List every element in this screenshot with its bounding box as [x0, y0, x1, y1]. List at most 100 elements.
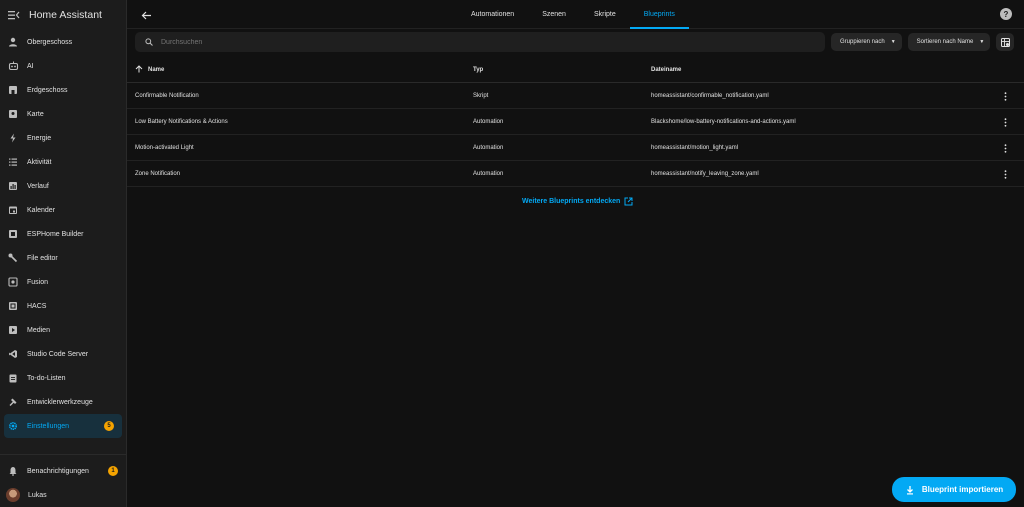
sidebar: Home Assistant Obergeschoss AI Erdgescho… [0, 0, 127, 507]
sidebar-item-to-do-listen[interactable]: To-do-Listen [0, 366, 126, 390]
cell-type: Skript [473, 92, 489, 99]
blueprints-table: Name Typ Dateiname Confirmable Notificat… [127, 58, 1024, 187]
sidebar-item-entwicklerwerkzeuge[interactable]: Entwicklerwerkzeuge [0, 390, 126, 414]
search-field[interactable] [135, 32, 825, 52]
discover-blueprints-link[interactable]: Weitere Blueprints entdecken [522, 197, 633, 206]
tab-skripte[interactable]: Skripte [580, 0, 630, 29]
sidebar-item-label: Einstellungen [27, 422, 70, 430]
import-blueprint-label: Blueprint importieren [921, 485, 1004, 494]
column-header-type[interactable]: Typ [473, 67, 651, 73]
help-circle-icon[interactable]: ? [1000, 8, 1012, 20]
sidebar-item-fusion[interactable]: Fusion [0, 270, 126, 294]
sidebar-nav: Obergeschoss AI Erdgeschoss Karte Energi… [0, 30, 126, 438]
tab-automationen[interactable]: Automationen [457, 0, 528, 29]
import-blueprint-button[interactable]: Blueprint importieren [892, 477, 1016, 502]
search-input[interactable] [161, 38, 761, 46]
sidebar-item-label: AI [27, 62, 34, 70]
cell-name: Low Battery Notifications & Actions [135, 118, 228, 125]
sidebar-item-label: File editor [27, 254, 58, 262]
sidebar-item-label: Fusion [27, 278, 49, 286]
sidebar-item-verlauf[interactable]: Verlauf [0, 174, 126, 198]
dots-vertical-icon[interactable] [1002, 91, 1008, 101]
fusion-icon [7, 276, 19, 288]
account-icon [7, 36, 19, 48]
cog-icon [7, 420, 19, 432]
table-row[interactable]: Confirmable Notification Skript homeassi… [127, 83, 1024, 109]
sidebar-item-label: Kalender [27, 206, 56, 214]
format-list-icon [7, 156, 19, 168]
cell-file: homeassistant/notify_leaving_zone.yaml [651, 170, 759, 177]
sidebar-item-energie[interactable]: Energie [0, 126, 126, 150]
map-icon [7, 108, 19, 120]
sidebar-item-label: Verlauf [27, 182, 49, 190]
sidebar-bottom: Benachrichtigungen 1 Lukas [0, 454, 126, 507]
sidebar-item-label: Karte [27, 110, 44, 118]
group-by-label: Gruppieren nach [840, 39, 885, 45]
cell-name: Confirmable Notification [135, 92, 199, 99]
dots-vertical-icon[interactable] [1002, 169, 1008, 179]
sidebar-header: Home Assistant [0, 0, 126, 30]
sidebar-item-hacs[interactable]: HACS [0, 294, 126, 318]
vscode-icon [7, 348, 19, 360]
sidebar-item-kalender[interactable]: Kalender [0, 198, 126, 222]
sidebar-item-medien[interactable]: Medien [0, 318, 126, 342]
table-settings-icon[interactable] [996, 33, 1015, 51]
tab-szenen[interactable]: Szenen [528, 0, 580, 29]
sidebar-item-label: Medien [27, 326, 50, 334]
sidebar-item-label: Entwicklerwerkzeuge [27, 398, 93, 406]
chart-box-icon [7, 180, 19, 192]
table-row[interactable]: Low Battery Notifications & Actions Auto… [127, 109, 1024, 135]
sidebar-item-label: Erdgeschoss [27, 86, 68, 94]
home-icon [7, 84, 19, 96]
table-row[interactable]: Motion-activated Light Automation homeas… [127, 135, 1024, 161]
cell-type: Automation [473, 170, 504, 177]
user-name: Lukas [28, 491, 47, 499]
calendar-icon [7, 204, 19, 216]
play-box-icon [7, 324, 19, 336]
sidebar-item-obergeschoss[interactable]: Obergeschoss [0, 30, 126, 54]
main-content: Automationen Szenen Skripte Blueprints ?… [127, 0, 1024, 507]
sidebar-item-studio-code-server[interactable]: Studio Code Server [0, 342, 126, 366]
tab-blueprints[interactable]: Blueprints [629, 0, 690, 29]
table-header: Name Typ Dateiname [127, 58, 1024, 83]
download-icon [905, 485, 915, 495]
dots-vertical-icon[interactable] [1002, 143, 1008, 153]
sidebar-item-einstellungen[interactable]: Einstellungen 5 [4, 414, 122, 438]
sidebar-item-aktivitaet[interactable]: Aktivität [0, 150, 126, 174]
robot-icon [7, 60, 19, 72]
group-by-button[interactable]: Gruppieren nach ▼ [831, 33, 902, 51]
lightning-bolt-icon [7, 132, 19, 144]
sidebar-item-ai[interactable]: AI [0, 54, 126, 78]
search-icon [145, 33, 153, 51]
hacs-icon [7, 300, 19, 312]
sidebar-item-label: HACS [27, 302, 47, 310]
cell-file: homeassistant/motion_light.yaml [651, 144, 739, 151]
notifications-badge: 1 [108, 466, 118, 476]
avatar [6, 488, 20, 502]
sort-by-button[interactable]: Sortieren nach Name ▼ [907, 33, 991, 51]
settings-badge: 5 [104, 421, 114, 431]
bell-icon [7, 465, 19, 477]
table-row[interactable]: Zone Notification Automation homeassista… [127, 161, 1024, 187]
dots-vertical-icon[interactable] [1002, 117, 1008, 127]
menu-collapse-icon[interactable] [7, 8, 21, 22]
sort-by-label: Sortieren nach Name [916, 39, 974, 45]
sidebar-item-label: To-do-Listen [27, 374, 66, 382]
sidebar-item-esphome-builder[interactable]: ESPHome Builder [0, 222, 126, 246]
top-bar: Automationen Szenen Skripte Blueprints ? [127, 0, 1024, 29]
sidebar-item-label: Benachrichtigungen [27, 467, 89, 475]
open-in-new-icon [624, 197, 633, 206]
sidebar-item-user[interactable]: Lukas [0, 483, 126, 507]
column-header-file[interactable]: Dateiname [651, 67, 991, 73]
hammer-icon [7, 396, 19, 408]
sidebar-item-erdgeschoss[interactable]: Erdgeschoss [0, 78, 126, 102]
sidebar-item-label: Aktivität [27, 158, 52, 166]
sidebar-item-label: Studio Code Server [27, 350, 89, 358]
sidebar-item-benachrichtigungen[interactable]: Benachrichtigungen 1 [0, 459, 126, 483]
cell-file: homeassistant/confirmable_notification.y… [651, 92, 769, 99]
sidebar-item-karte[interactable]: Karte [0, 102, 126, 126]
cell-file: Blackshome/low-battery-notifications-and… [651, 118, 796, 125]
arrow-left-icon[interactable] [139, 8, 153, 22]
column-header-name[interactable]: Name [127, 65, 473, 75]
sidebar-item-file-editor[interactable]: File editor [0, 246, 126, 270]
